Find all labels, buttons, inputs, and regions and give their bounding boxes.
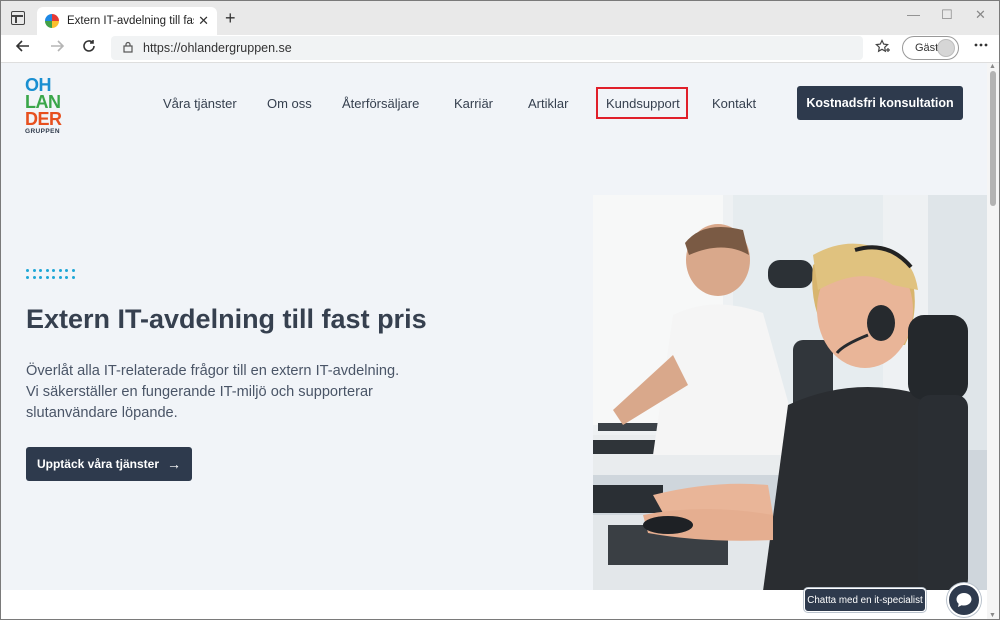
chat-icon[interactable]: [947, 583, 981, 617]
site-favicon-icon: [45, 14, 59, 28]
favorites-icon[interactable]: [875, 39, 891, 59]
hero-text-line: Överlåt alla IT-relaterade frågor till e…: [26, 363, 400, 379]
nav-item-om-oss[interactable]: Om oss: [267, 96, 312, 111]
nav-item-aterforsaljare[interactable]: Återförsäljare: [342, 96, 419, 111]
new-tab-icon[interactable]: +: [225, 9, 236, 27]
arrow-right-icon: →: [167, 456, 182, 472]
web-page: OH LAN DER GRUPPEN Våra tjänster Om oss …: [1, 63, 987, 619]
nav-item-artiklar[interactable]: Artiklar: [528, 96, 568, 111]
hero-text-line: Vi säkerställer en fungerande IT-miljö o…: [26, 384, 373, 400]
close-window-icon[interactable]: ✕: [975, 7, 986, 23]
scroll-down-icon[interactable]: ▼: [989, 612, 996, 619]
logo-line-der: DER: [25, 109, 62, 129]
browser-tab[interactable]: Extern IT-avdelning till fast pris ✕: [37, 7, 217, 35]
nav-item-kontakt[interactable]: Kontakt: [712, 96, 756, 111]
hero-text: Överlåt alla IT-relaterade frågor till e…: [26, 361, 446, 424]
profile-button[interactable]: Gäst: [902, 36, 959, 60]
nav-item-vara-tjanster[interactable]: Våra tjänster: [163, 96, 237, 111]
scroll-thumb[interactable]: [990, 71, 996, 206]
tab-strip: Extern IT-avdelning till fast pris ✕ + —…: [1, 1, 999, 35]
decorative-dots: [26, 269, 78, 281]
profile-label: Gäst: [915, 42, 939, 54]
url-text: https://ohlandergruppen.se: [143, 41, 292, 55]
logo-line-gruppen: GRUPPEN: [25, 128, 60, 135]
forward-icon[interactable]: [49, 38, 65, 60]
scroll-up-icon[interactable]: ▲: [989, 63, 996, 70]
more-icon[interactable]: [973, 37, 989, 56]
free-consultation-button[interactable]: Kostnadsfri konsultation: [797, 86, 963, 120]
minimize-icon[interactable]: —: [907, 7, 920, 22]
site-logo[interactable]: OH LAN DER GRUPPEN: [25, 76, 65, 136]
hero-title: Extern IT-avdelning till fast pris: [26, 304, 427, 334]
lock-icon: [123, 41, 133, 56]
kundsupport-highlight-box: [596, 87, 688, 119]
nav-item-karriar[interactable]: Karriär: [454, 96, 493, 111]
discover-services-label: Upptäck våra tjänster: [36, 457, 160, 471]
maximize-icon[interactable]: ☐: [941, 7, 953, 23]
tab-title: Extern IT-avdelning till fast pris: [67, 15, 194, 27]
tab-close-icon[interactable]: ✕: [198, 13, 209, 29]
profile-avatar-icon: [937, 39, 955, 57]
back-icon[interactable]: [15, 38, 31, 60]
browser-window: Extern IT-avdelning till fast pris ✕ + —…: [0, 0, 1000, 620]
browser-toolbar: https://ohlandergruppen.se Gäst: [1, 35, 999, 63]
hero-photo-support-agents: [593, 195, 987, 591]
chat-label-button[interactable]: Chatta med en it-specialist: [804, 588, 926, 612]
page-scrollbar[interactable]: ▲ ▼: [987, 63, 999, 619]
discover-services-button[interactable]: Upptäck våra tjänster →: [26, 447, 192, 481]
tab-actions-icon[interactable]: [11, 11, 25, 25]
hero-text-line: slutanvändare löpande.: [26, 405, 178, 421]
refresh-icon[interactable]: [81, 38, 97, 60]
address-bar[interactable]: https://ohlandergruppen.se: [111, 36, 863, 60]
